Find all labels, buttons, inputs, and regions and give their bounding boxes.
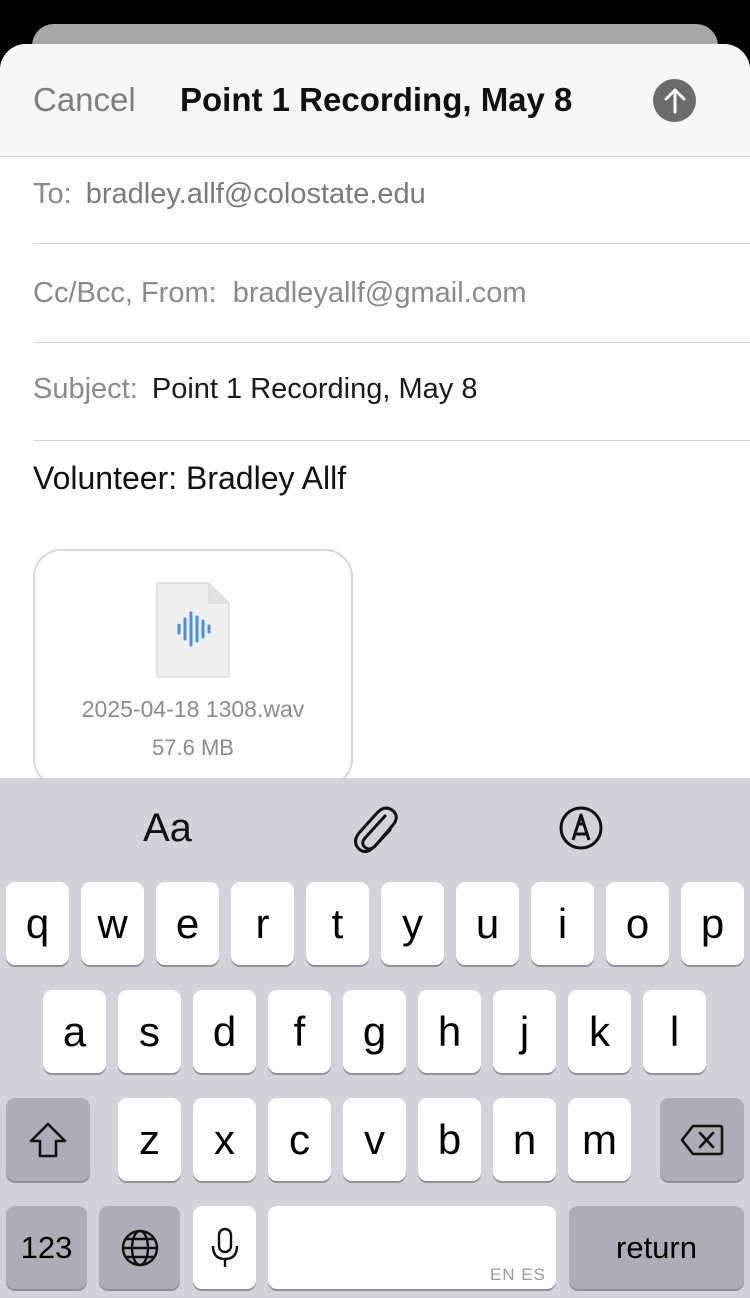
key-u[interactable]: u [456, 882, 519, 965]
key-z[interactable]: z [118, 1098, 181, 1181]
key-e[interactable]: e [156, 882, 219, 965]
key-o[interactable]: o [606, 882, 669, 965]
paperclip-icon [354, 806, 398, 854]
attachment-filename: 2025-04-18 1308.wav [81, 696, 305, 722]
key-i[interactable]: i [531, 882, 594, 965]
key-x[interactable]: x [193, 1098, 256, 1181]
markup-pen-icon [559, 806, 603, 850]
audio-file-icon [156, 582, 230, 678]
to-recipient[interactable]: bradley.allf@colostate.edu [86, 178, 426, 210]
key-j[interactable]: j [493, 990, 556, 1073]
key-q[interactable]: q [6, 882, 69, 965]
attachment-card[interactable]: 2025-04-18 1308.wav 57.6 MB [33, 549, 353, 787]
delete-key[interactable] [660, 1098, 744, 1181]
key-m[interactable]: m [568, 1098, 631, 1181]
numbers-key-label: 123 [20, 1230, 73, 1265]
screen: Cancel Point 1 Recording, May 8 To: brad… [0, 0, 750, 1298]
backspace-icon [680, 1124, 724, 1155]
key-b[interactable]: b [418, 1098, 481, 1181]
cancel-button[interactable]: Cancel [33, 78, 136, 122]
to-field[interactable]: To: bradley.allf@colostate.edu [33, 156, 750, 244]
key-c[interactable]: c [268, 1098, 331, 1181]
numbers-key[interactable]: 123 [6, 1206, 87, 1289]
key-p[interactable]: p [681, 882, 744, 965]
subject-label: Subject: [33, 373, 138, 405]
key-k[interactable]: k [568, 990, 631, 1073]
compose-title: Point 1 Recording, May 8 [180, 81, 573, 118]
globe-icon [121, 1229, 158, 1266]
key-g[interactable]: g [343, 990, 406, 1073]
globe-key[interactable] [99, 1206, 180, 1289]
keyboard: Aa q w e r t y u i o p a s d f g h j k l… [0, 778, 750, 1298]
microphone-icon [211, 1227, 238, 1267]
compose-header: Cancel Point 1 Recording, May 8 [0, 44, 750, 157]
return-key-label: return [616, 1230, 697, 1265]
key-n[interactable]: n [493, 1098, 556, 1181]
key-h[interactable]: h [418, 990, 481, 1073]
text-format-button[interactable]: Aa [143, 802, 192, 854]
key-f[interactable]: f [268, 990, 331, 1073]
attachment-size: 57.6 MB [152, 735, 234, 760]
space-key[interactable]: EN ES [268, 1206, 556, 1289]
key-s[interactable]: s [118, 990, 181, 1073]
return-key[interactable]: return [569, 1206, 744, 1289]
from-address[interactable]: bradleyallf@gmail.com [233, 277, 527, 309]
markup-button[interactable] [556, 802, 606, 854]
send-button[interactable] [653, 79, 696, 122]
key-v[interactable]: v [343, 1098, 406, 1181]
key-r[interactable]: r [231, 882, 294, 965]
cc-bcc-from-field[interactable]: Cc/Bcc, From: bradleyallf@gmail.com [33, 244, 750, 343]
key-y[interactable]: y [381, 882, 444, 965]
arrow-up-icon [664, 88, 685, 113]
cc-bcc-from-label: Cc/Bcc, From: [33, 277, 217, 309]
key-w[interactable]: w [81, 882, 144, 965]
shift-key[interactable] [6, 1098, 90, 1181]
subject-input[interactable]: Point 1 Recording, May 8 [152, 373, 478, 405]
key-t[interactable]: t [306, 882, 369, 965]
message-body[interactable]: Volunteer: Bradley Allf [33, 456, 346, 500]
dictation-key[interactable] [193, 1206, 256, 1289]
shift-icon [29, 1122, 67, 1157]
subject-field[interactable]: Subject: Point 1 Recording, May 8 [33, 343, 750, 441]
key-l[interactable]: l [643, 990, 706, 1073]
space-language-label: EN ES [489, 1265, 546, 1284]
to-label: To: [33, 178, 72, 210]
key-a[interactable]: a [43, 990, 106, 1073]
key-d[interactable]: d [193, 990, 256, 1073]
attach-button[interactable] [350, 802, 400, 854]
